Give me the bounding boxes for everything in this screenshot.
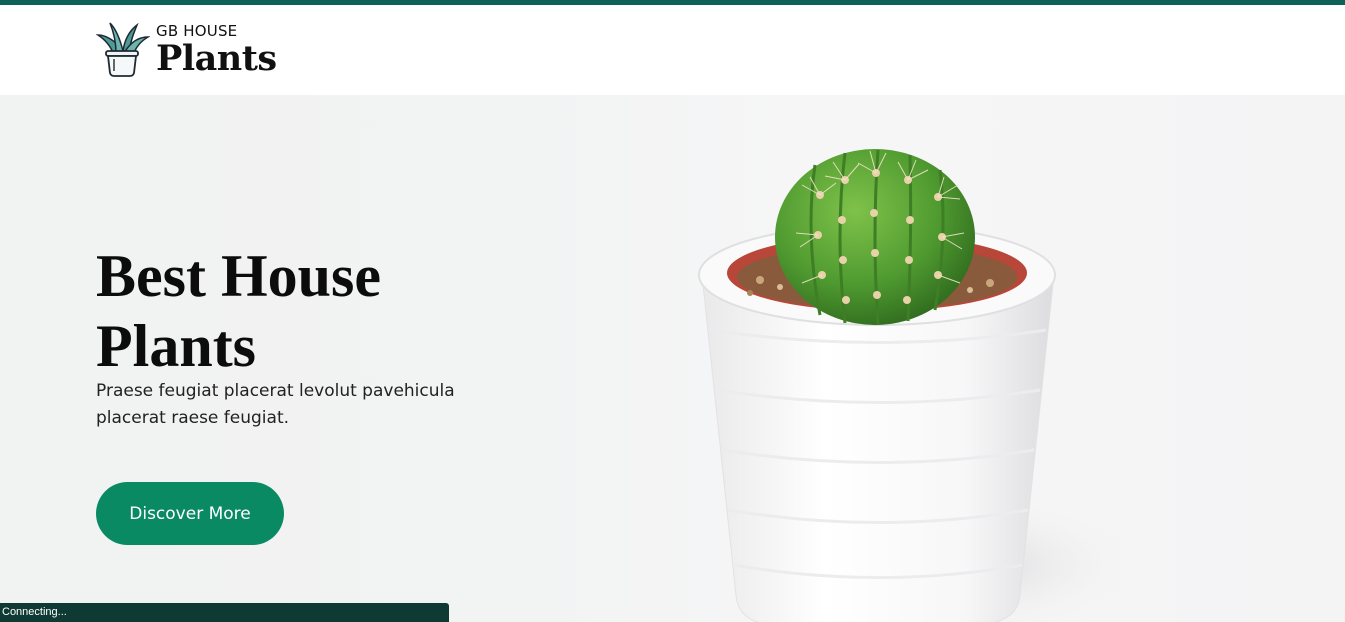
- site-header: GB HOUSE Plants: [0, 5, 1345, 95]
- potted-plant-icon: [96, 22, 150, 77]
- brand-main-label: Plants: [156, 38, 277, 79]
- hero-title: Best House Plants: [96, 243, 381, 379]
- browser-status-bar: Connecting...: [0, 603, 449, 622]
- hero-subtitle: Praese feugiat placerat levolut pavehicu…: [96, 381, 455, 428]
- cactus-in-white-pot-photo: [698, 149, 1120, 622]
- hero-section: Best House Plants Praese feugiat placera…: [0, 95, 1345, 622]
- discover-more-button[interactable]: Discover More: [96, 482, 284, 545]
- brand-text: GB HOUSE Plants: [156, 22, 277, 79]
- brand-logo-link[interactable]: GB HOUSE Plants: [96, 21, 277, 77]
- brand-top-label: GB HOUSE: [156, 22, 238, 40]
